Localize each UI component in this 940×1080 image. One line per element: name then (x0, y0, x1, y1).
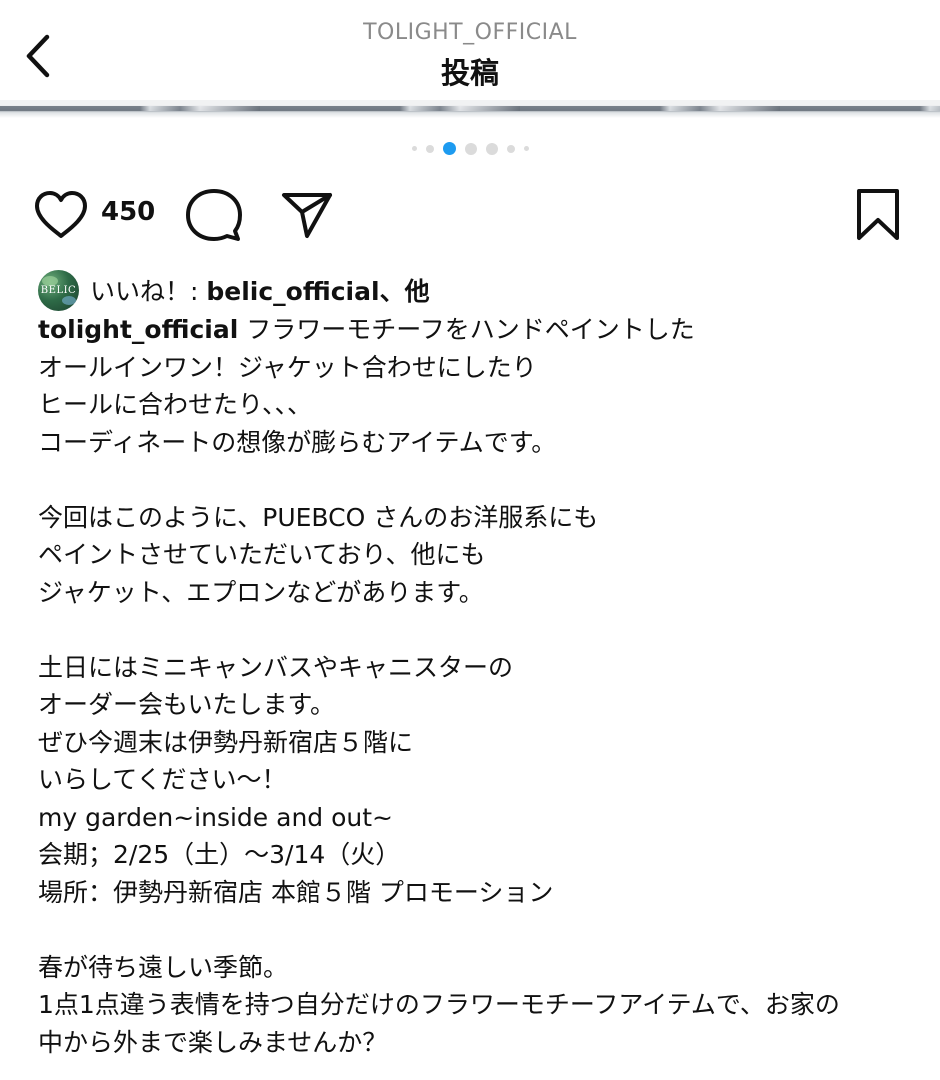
post-caption: tolight_official フラワーモチーフをハンドペイントした オールイ… (38, 311, 918, 1061)
heart-icon (35, 191, 87, 238)
carousel-dot (425, 144, 434, 153)
like-button[interactable] (32, 189, 90, 241)
caption-line: 場所：伊勢丹新宿店 本館５階 プロモーション (38, 877, 554, 907)
caption-line: 中から外まで楽しみませんか？ (38, 1027, 388, 1057)
carousel-dot (411, 146, 417, 151)
send-icon (282, 193, 332, 238)
caption-line: オールインワン！ジャケット合わせにしたり (38, 352, 537, 382)
liked-by-others[interactable]: 、他 (380, 277, 430, 306)
caption-line: 春が待ち遠しい季節。 (38, 952, 289, 982)
caption-line: 1点1点違う表情を持つ自分だけのフラワーモチーフアイテムで、お家の (38, 990, 840, 1019)
liked-by-text: いいね！: belic_official、他 (90, 272, 430, 308)
caption-text: フラワーモチーフをハンドペイントした (246, 315, 695, 344)
bookmark-icon (857, 189, 899, 240)
top-bar: TOLIGHT_OFFICIAL 投稿 (0, 0, 940, 100)
comment-button[interactable] (184, 187, 242, 243)
caption-line: ペイントさせていただいており、他にも (38, 540, 486, 569)
carousel-dot (523, 146, 529, 151)
page-title: 投稿 (440, 56, 499, 90)
post-image[interactable] (0, 100, 940, 118)
caption-line (38, 611, 918, 649)
liked-by-row[interactable]: BELIC いいね！: belic_official、他 (38, 268, 430, 312)
account-name[interactable]: TOLIGHT_OFFICIAL (0, 20, 940, 45)
action-bar: 450 (0, 185, 940, 245)
caption-line: オーダー会もいたします。 (38, 690, 336, 719)
liked-by-label: いいね！: (90, 277, 207, 306)
caption-line (38, 461, 918, 499)
caption-username[interactable]: tolight_official (38, 315, 238, 344)
like-count[interactable]: 450 (101, 197, 155, 227)
carousel-dot-active (442, 142, 456, 155)
caption-line: tolight_official フラワーモチーフをハンドペイントした (38, 311, 918, 349)
caption-line: ぜひ今週末は伊勢丹新宿店５階に (38, 727, 414, 757)
caption-line: ジャケット、エプロンなどがあります。 (38, 577, 484, 607)
post-screen: TOLIGHT_OFFICIAL 投稿 450 BELIC いいね！: beli… (0, 0, 940, 1080)
caption-line: コーディネートの想像が膨らむアイテムです。 (38, 427, 557, 457)
caption-line: 会期；2/25（土）〜3/14（火） (38, 840, 401, 869)
avatar-logo-text: BELIC (40, 284, 77, 296)
share-button[interactable] (280, 189, 334, 241)
save-button[interactable] (854, 187, 902, 243)
avatar[interactable]: BELIC (38, 269, 79, 311)
liked-by-username[interactable]: belic_official (206, 277, 379, 306)
caption-line: 土日にはミニキャンバスやキャニスターの (38, 652, 514, 682)
caption-line: いらしてください〜！ (38, 765, 287, 794)
carousel-indicator (0, 142, 940, 155)
carousel-dot (464, 142, 477, 155)
comment-icon (186, 189, 242, 241)
caption-line: ヒールに合わせたり、、、 (38, 390, 313, 419)
caption-line: my garden~inside and out~ (38, 802, 393, 832)
carousel-dot (485, 142, 498, 155)
caption-line (38, 911, 918, 949)
caption-line: 今回はこのように、PUEBCO さんのお洋服系にも (38, 502, 599, 532)
carousel-dot (506, 144, 515, 153)
